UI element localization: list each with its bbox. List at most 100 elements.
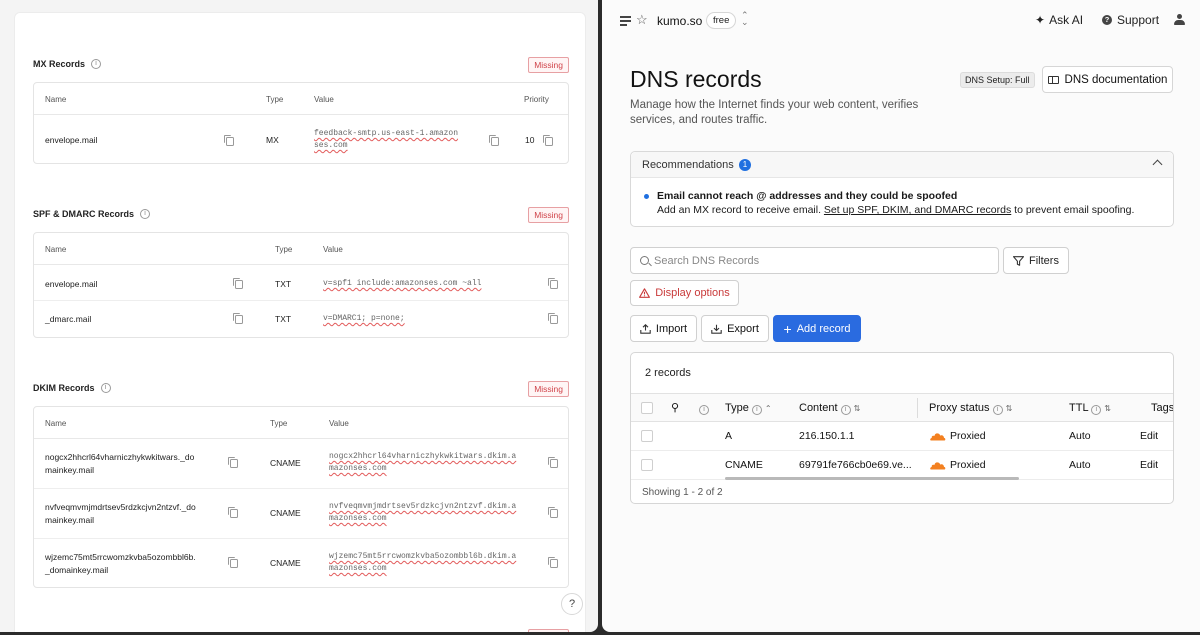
download-icon (711, 324, 722, 334)
info-icon: i (840, 405, 851, 415)
plus-icon: + (783, 320, 792, 337)
recommendation-text: Add an MX record to receive email. Set u… (657, 204, 1135, 216)
info-icon: i (992, 405, 1003, 415)
copy-icon[interactable] (224, 135, 234, 146)
column-tags[interactable]: Tags (1151, 402, 1173, 414)
mx-status-badge: Missing (528, 57, 569, 73)
copy-icon[interactable] (548, 278, 558, 289)
copy-icon[interactable] (228, 557, 238, 568)
proxy-status: Proxied (929, 459, 986, 471)
dns-documentation-button[interactable]: DNS documentation (1042, 66, 1173, 93)
account-name[interactable]: kumo.so (657, 14, 702, 28)
table-row: nogcx2hhcrl64vharniczhykwkitwars._do main… (34, 439, 568, 489)
warning-icon (639, 288, 651, 298)
column-type[interactable]: Type i ⌃ (725, 402, 772, 415)
copy-icon[interactable] (548, 557, 558, 568)
dns-setup-badge: DNS Setup: Full (960, 72, 1035, 88)
add-record-button[interactable]: + Add record (773, 315, 861, 342)
dkim-records-title: DKIM Records i (33, 383, 111, 393)
info-icon[interactable]: i (91, 59, 102, 69)
horizontal-scrollbar[interactable] (725, 477, 1019, 480)
search-icon (640, 256, 649, 265)
row-checkbox[interactable] (641, 459, 653, 471)
info-icon: i (751, 405, 762, 415)
page-subtitle: Manage how the Internet finds your web c… (630, 99, 919, 126)
copy-icon[interactable] (543, 135, 553, 146)
table-row: envelope.mail MX feedback-smtp.us-east-1… (34, 115, 568, 163)
row-checkbox[interactable] (641, 430, 653, 442)
dkim-records-table: Name Type Value nogcx2hhcrl64vharniczhyk… (33, 406, 569, 588)
setup-spf-dkim-dmarc-link[interactable]: Set up SPF, DKIM, and DMARC records (824, 204, 1011, 216)
spf-status-badge: Missing (528, 207, 569, 223)
copy-icon[interactable] (233, 313, 243, 324)
chevron-up-icon[interactable] (1152, 159, 1163, 170)
cloud-icon (930, 462, 946, 470)
import-button[interactable]: Import (630, 315, 697, 342)
table-header: Name Type Value Priority (34, 83, 568, 115)
menu-icon[interactable] (620, 16, 631, 26)
chevron-up-down-icon[interactable]: ⌃ ⌄ (741, 11, 749, 27)
left-window: MX Records i Missing Name Type Value Pri… (0, 0, 598, 632)
star-icon[interactable]: ☆ (636, 12, 648, 28)
column-divider (917, 398, 918, 418)
table-row: wjzemc75mt5rrcwomzkvba5ozombbl6b. _domain… (34, 539, 568, 587)
email-records-panel: MX Records i Missing Name Type Value Pri… (14, 12, 586, 632)
search-field[interactable] (630, 247, 999, 274)
edit-link[interactable]: Edit (1140, 459, 1158, 471)
column-ttl[interactable]: TTL i ⇅ (1069, 402, 1111, 415)
spf-dmarc-records-table: Name Type Value envelope.mail TXT v=spf1… (33, 232, 569, 338)
display-options-button[interactable]: Display options (630, 280, 739, 306)
copy-icon[interactable] (489, 135, 499, 146)
info-icon[interactable]: i (140, 209, 151, 219)
proxy-status: Proxied (929, 430, 986, 442)
edit-link[interactable]: Edit (1140, 430, 1158, 442)
info-icon: i (1091, 405, 1102, 415)
copy-icon[interactable] (548, 507, 558, 518)
records-count: 2 records (645, 367, 691, 379)
table-row: nvfveqmvmjmdrtsev5rdzkcjvn2ntzvf._do main… (34, 489, 568, 539)
dns-records-table: 2 records ⚲ i Type i ⌃ Content i ⇅ Proxy s… (630, 352, 1174, 504)
table-row: envelope.mail TXT v=spf1 include:amazons… (34, 265, 568, 301)
table-row[interactable]: A 216.150.1.1 Proxied Auto Edit (631, 422, 1173, 451)
sparkle-icon: ✦ (1035, 13, 1046, 27)
right-window: ☆ kumo.so free ⌃ ⌄ ✦ Ask AI ? Support DNS… (602, 0, 1200, 632)
export-button[interactable]: Export (701, 315, 769, 342)
next-section-status-badge: Missing (528, 629, 569, 632)
table-header: Name Type Value (34, 233, 568, 265)
dkim-status-badge: Missing (528, 381, 569, 397)
cloud-icon (930, 433, 946, 441)
column-proxy-status[interactable]: Proxy status i ⇅ (929, 402, 1012, 415)
bullet-icon (644, 194, 649, 199)
info-icon[interactable]: i (699, 405, 709, 415)
support-button[interactable]: ? Support (1102, 13, 1159, 27)
mx-value: feedback-smtp.us-east-1.amazon ses.com (314, 129, 459, 150)
copy-icon[interactable] (228, 507, 238, 518)
copy-icon[interactable] (548, 313, 558, 324)
ask-ai-button[interactable]: ✦ Ask AI (1035, 13, 1083, 27)
help-button[interactable]: ? (561, 593, 583, 615)
table-row[interactable]: CNAME 69791fe766cb0e69.ve... Proxied Aut… (631, 451, 1173, 480)
copy-icon[interactable] (548, 457, 558, 468)
top-bar: ☆ kumo.so free ⌃ ⌄ ✦ Ask AI ? Support (602, 0, 1200, 42)
info-icon[interactable]: i (100, 383, 111, 393)
search-input[interactable] (654, 253, 984, 269)
recommendation-heading: Email cannot reach @ addresses and they … (657, 190, 958, 202)
plan-badge: free (706, 12, 737, 29)
copy-icon[interactable] (233, 278, 243, 289)
filters-button[interactable]: Filters (1003, 247, 1069, 274)
copy-icon[interactable] (228, 457, 238, 468)
select-all-checkbox[interactable] (641, 402, 653, 414)
pin-icon[interactable]: ⚲ (671, 401, 679, 414)
user-icon[interactable] (1174, 14, 1185, 26)
filter-icon (1013, 255, 1025, 266)
spf-dmarc-records-title: SPF & DMARC Records i (33, 209, 151, 219)
table-header: ⚲ i Type i ⌃ Content i ⇅ Proxy status i ⇅ T… (631, 393, 1173, 422)
column-content[interactable]: Content i ⇅ (799, 402, 860, 415)
table-row: _dmarc.mail TXT v=DMARC1; p=none; (34, 301, 568, 337)
table-header: Name Type Value (34, 407, 568, 439)
sort-icon: ⇅ (853, 404, 861, 413)
sort-icon: ⇅ (1005, 404, 1013, 413)
sort-icon: ⇅ (1104, 404, 1111, 413)
recommendations-header[interactable]: Recommendations 1 (631, 152, 1173, 178)
mx-records-title: MX Records i (33, 59, 102, 69)
